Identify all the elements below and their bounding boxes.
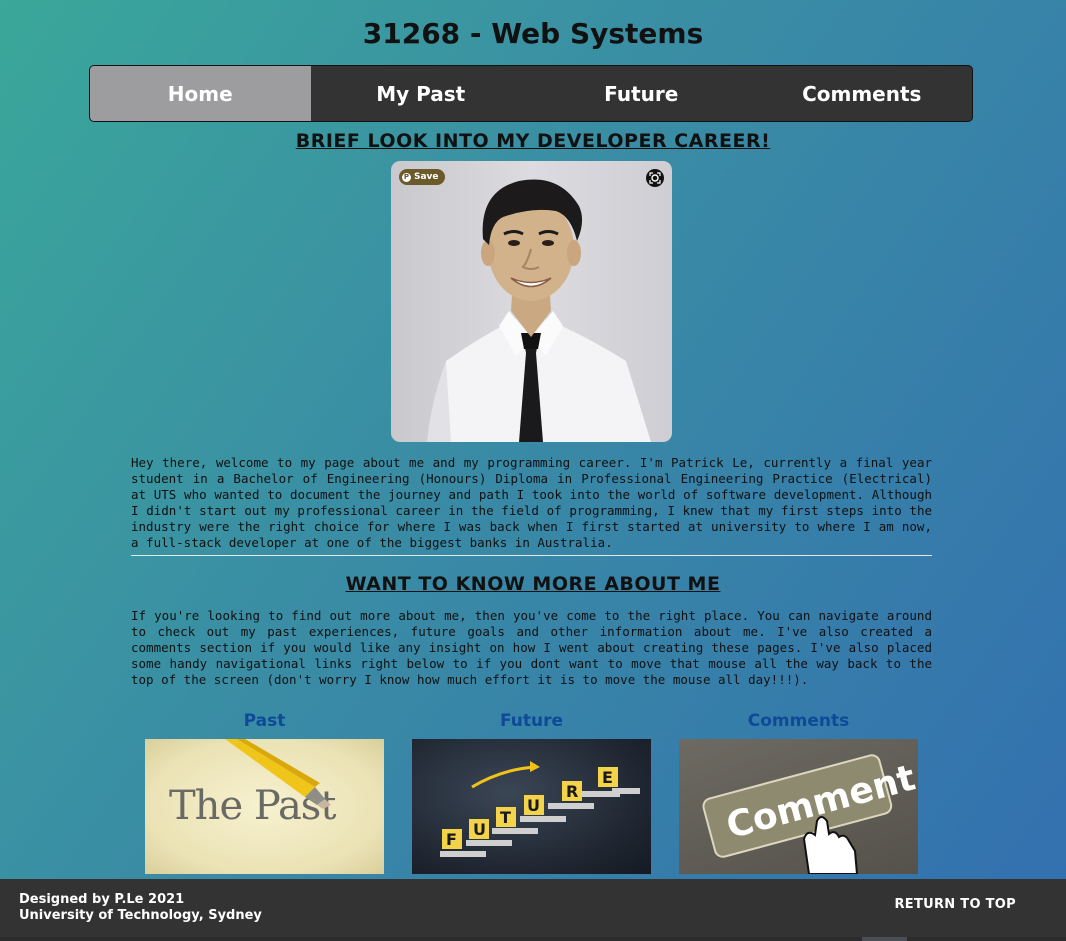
svg-text:U: U bbox=[473, 820, 486, 839]
svg-text:F: F bbox=[446, 830, 457, 849]
svg-text:R: R bbox=[566, 782, 578, 801]
intro-paragraph: Hey there, welcome to my page about me a… bbox=[131, 455, 932, 550]
footer-designed-by: Designed by P.Le 2021 bbox=[19, 892, 185, 907]
horizontal-scrollbar-thumb[interactable] bbox=[862, 937, 907, 941]
visual-search-icon[interactable] bbox=[646, 169, 664, 187]
about-heading: WANT TO KNOW MORE ABOUT ME bbox=[345, 573, 721, 595]
site-title: 31268 - Web Systems bbox=[362, 17, 704, 50]
intro-heading: BRIEF LOOK INTO MY DEVELOPER CAREER! bbox=[295, 130, 771, 152]
pencil-icon bbox=[225, 739, 331, 809]
main-navbar: Home My Past Future Comments bbox=[89, 65, 973, 122]
profile-photo: P Save bbox=[391, 161, 672, 442]
future-card-image[interactable]: F U T U R E bbox=[412, 739, 651, 874]
nav-my-past-link[interactable]: My Past bbox=[311, 66, 532, 121]
future-card[interactable]: Future F U T U R E bbox=[412, 710, 651, 874]
comments-card[interactable]: Comments Comment bbox=[679, 710, 918, 874]
comment-button-illustration: Comment bbox=[702, 754, 918, 874]
pin-save-button[interactable]: P Save bbox=[399, 169, 445, 185]
future-steps-illustration: F U T U R E bbox=[440, 761, 640, 857]
svg-text:E: E bbox=[602, 768, 613, 787]
past-card-image[interactable]: The Past bbox=[145, 739, 384, 874]
svg-text:T: T bbox=[500, 808, 511, 827]
footer-university: University of Technology, Sydney bbox=[19, 908, 262, 923]
section-divider bbox=[131, 555, 932, 556]
pinterest-icon: P bbox=[402, 172, 411, 182]
nav-future-link[interactable]: Future bbox=[531, 66, 752, 121]
comments-card-title[interactable]: Comments bbox=[679, 710, 918, 732]
pin-save-label: Save bbox=[414, 172, 439, 182]
return-to-top-link[interactable]: RETURN TO TOP bbox=[894, 897, 1016, 912]
about-paragraph: If you're looking to find out more about… bbox=[131, 608, 932, 687]
site-footer: Designed by P.Le 2021 University of Tech… bbox=[0, 879, 1066, 941]
comments-card-image[interactable]: Comment bbox=[679, 739, 918, 874]
svg-text:U: U bbox=[527, 796, 540, 815]
past-card-title[interactable]: Past bbox=[145, 710, 384, 732]
person-portrait-illustration bbox=[427, 179, 651, 442]
footer-credits: Designed by P.Le 2021 University of Tech… bbox=[19, 892, 262, 924]
past-card[interactable]: Past The Past bbox=[145, 710, 384, 874]
nav-home-link[interactable]: Home bbox=[90, 66, 311, 121]
nav-comments-link[interactable]: Comments bbox=[752, 66, 973, 121]
future-card-title[interactable]: Future bbox=[412, 710, 651, 732]
